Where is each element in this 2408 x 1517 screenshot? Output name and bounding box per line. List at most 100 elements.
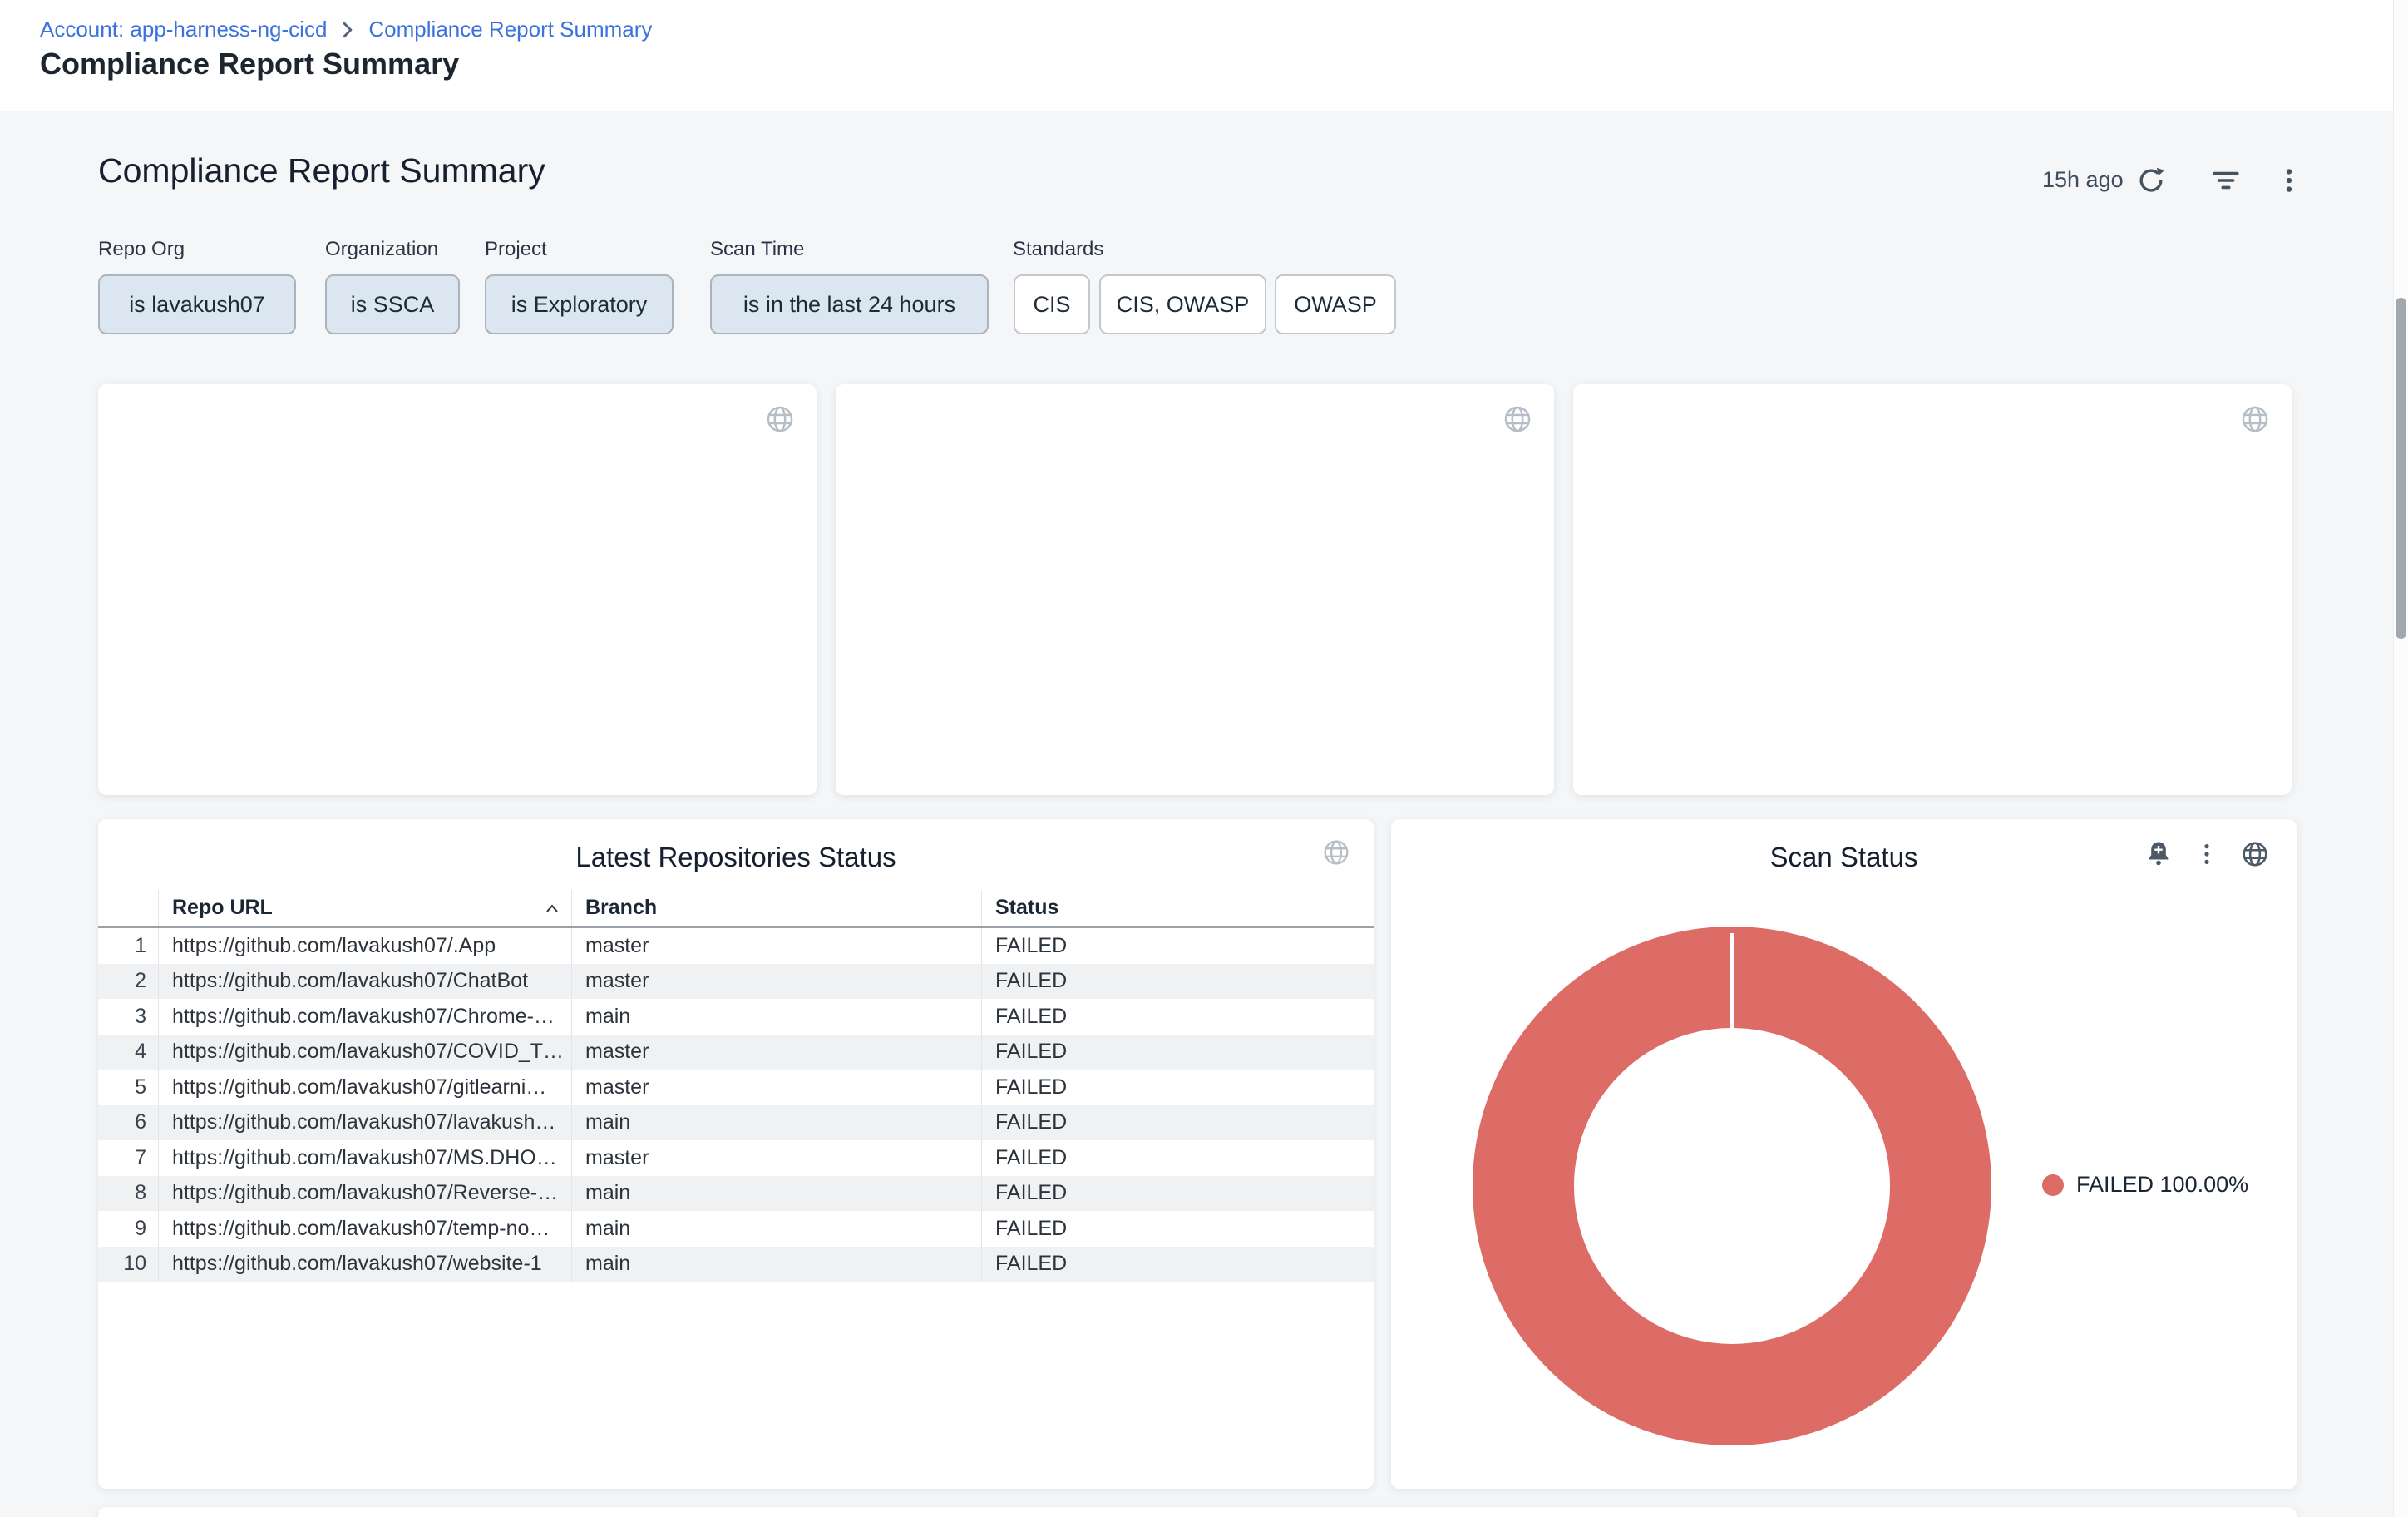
filter-label-standards: Standards <box>1013 238 1103 261</box>
cell-repo-url: https://github.com/lavakush07/temp-no… <box>158 1211 571 1247</box>
cell-repo-url: https://github.com/lavakush07/COVID_T… <box>158 1035 571 1070</box>
table-row: 4 https://github.com/lavakush07/COVID_T…… <box>98 1035 1374 1070</box>
filter-label-repo-org: Repo Org <box>98 238 185 261</box>
cell-branch: master <box>571 1070 981 1105</box>
cell-branch: main <box>571 1211 981 1247</box>
table-row: 1 https://github.com/lavakush07/.App mas… <box>98 928 1374 964</box>
cell-status: FAILED <box>981 1247 1374 1282</box>
standards-option-cis[interactable]: CIS <box>1014 274 1090 334</box>
repositories-table: Repo URL Branch Status 1 https://github.… <box>98 890 1374 1282</box>
cell-repo-url: https://github.com/lavakush07/lavakush… <box>158 1105 571 1141</box>
stat-card-repos-evaluated: 10 Repos Evaluated <box>98 384 817 795</box>
globe-icon[interactable] <box>763 403 797 436</box>
filter-chip-project[interactable]: is Exploratory <box>485 274 674 334</box>
filter-label-organization: Organization <box>325 238 438 261</box>
scan-status-donut-chart[interactable] <box>1473 927 1991 1445</box>
column-header-status[interactable]: Status <box>981 890 1374 926</box>
cell-status: FAILED <box>981 928 1374 964</box>
cell-row-number: 10 <box>98 1247 158 1282</box>
donut-segment-failed[interactable] <box>1523 977 1941 1395</box>
scan-panel-toolbar <box>2140 836 2273 872</box>
scrollbar-thumb[interactable] <box>2396 298 2406 639</box>
column-header-label: Repo URL <box>172 896 273 920</box>
cell-row-number: 6 <box>98 1105 158 1141</box>
table-header-row: Repo URL Branch Status <box>98 890 1374 928</box>
panel-title: Latest Repositories Status <box>98 842 1374 873</box>
filter-chip-scan-time[interactable]: is in the last 24 hours <box>710 274 989 334</box>
cell-status: FAILED <box>981 999 1374 1035</box>
table-row: 2 https://github.com/lavakush07/ChatBot … <box>98 964 1374 1000</box>
cell-branch: main <box>571 999 981 1035</box>
standards-option-owasp[interactable]: OWASP <box>1275 274 1396 334</box>
table-row: 3 https://github.com/lavakush07/Chrome-…… <box>98 999 1374 1035</box>
cell-branch: master <box>571 928 981 964</box>
scan-status-panel: Scan Status <box>1391 819 2297 1489</box>
sort-ascending-icon <box>545 902 560 914</box>
cell-repo-url: https://github.com/lavakush07/MS.DHO… <box>158 1140 571 1176</box>
cell-branch: master <box>571 964 981 1000</box>
legend-item-failed[interactable]: FAILED 100.00% <box>2042 1172 2248 1198</box>
cell-row-number: 5 <box>98 1070 158 1105</box>
globe-icon[interactable] <box>2237 836 2273 872</box>
cell-repo-url: https://github.com/lavakush07/Chrome-… <box>158 999 571 1035</box>
cell-status: FAILED <box>981 1070 1374 1105</box>
column-header-branch[interactable]: Branch <box>571 890 981 926</box>
globe-icon[interactable] <box>2238 403 2272 436</box>
cell-row-number: 7 <box>98 1140 158 1176</box>
column-header-repo-url[interactable]: Repo URL <box>158 890 571 926</box>
page-title: Compliance Report Summary <box>40 47 459 82</box>
table-body: 1 https://github.com/lavakush07/.App mas… <box>98 928 1374 1282</box>
cell-branch: master <box>571 1035 981 1070</box>
dashboard-title: Compliance Report Summary <box>98 151 545 190</box>
cell-row-number: 3 <box>98 999 158 1035</box>
globe-icon[interactable] <box>1501 403 1534 436</box>
refresh-icon[interactable] <box>2133 162 2169 199</box>
filter-chip-repo-org[interactable]: is lavakush07 <box>98 274 296 334</box>
donut-segment-divider <box>1730 933 1734 1035</box>
chevron-right-icon <box>340 22 355 38</box>
filter-label-project: Project <box>485 238 547 261</box>
cell-repo-url: https://github.com/lavakush07/gitlearni… <box>158 1070 571 1105</box>
kebab-menu-icon[interactable] <box>2188 836 2225 872</box>
table-row: 5 https://github.com/lavakush07/gitlearn… <box>98 1070 1374 1105</box>
cell-repo-url: https://github.com/lavakush07/Reverse-… <box>158 1176 571 1212</box>
cell-status: FAILED <box>981 1140 1374 1176</box>
cell-repo-url: https://github.com/lavakush07/website-1 <box>158 1247 571 1282</box>
breadcrumb: Account: app-harness-ng-cicd Compliance … <box>40 17 652 42</box>
cell-row-number: 2 <box>98 964 158 1000</box>
table-row: 6 https://github.com/lavakush07/lavakush… <box>98 1105 1374 1141</box>
cell-status: FAILED <box>981 1211 1374 1247</box>
alert-bell-icon[interactable] <box>2140 836 2177 872</box>
screen: Account: app-harness-ng-cicd Compliance … <box>0 0 2408 1517</box>
header-row-number <box>98 890 158 926</box>
filter-label-scan-time: Scan Time <box>710 238 804 261</box>
cell-status: FAILED <box>981 1035 1374 1070</box>
breadcrumb-account-link[interactable]: Account: app-harness-ng-cicd <box>40 17 327 42</box>
legend-color-dot <box>2042 1174 2064 1196</box>
stat-card-repos-passed: 0 Repos Passed <box>836 384 1554 795</box>
page-header: Account: app-harness-ng-cicd Compliance … <box>0 0 2408 111</box>
cell-status: FAILED <box>981 1176 1374 1212</box>
filter-icon[interactable] <box>2208 162 2244 199</box>
cell-repo-url: https://github.com/lavakush07/.App <box>158 928 571 964</box>
standards-option-cis-owasp[interactable]: CIS, OWASP <box>1099 274 1266 334</box>
cell-branch: main <box>571 1247 981 1282</box>
table-row: 8 https://github.com/lavakush07/Reverse-… <box>98 1176 1374 1212</box>
breadcrumb-page-link[interactable]: Compliance Report Summary <box>368 17 652 42</box>
last-refresh-time: 15h ago <box>2042 167 2124 193</box>
cell-branch: main <box>571 1176 981 1212</box>
cell-repo-url: https://github.com/lavakush07/ChatBot <box>158 964 571 1000</box>
cell-row-number: 4 <box>98 1035 158 1070</box>
filter-chip-organization[interactable]: is SSCA <box>325 274 460 334</box>
vertical-scrollbar[interactable] <box>2393 0 2408 1517</box>
cell-branch: main <box>571 1105 981 1141</box>
cell-branch: master <box>571 1140 981 1176</box>
stat-card-repos-failed: 10 Repos Failed <box>1573 384 2292 795</box>
cell-row-number: 8 <box>98 1176 158 1212</box>
cell-status: FAILED <box>981 1105 1374 1141</box>
cell-status: FAILED <box>981 964 1374 1000</box>
globe-icon[interactable] <box>1320 836 1353 869</box>
table-row: 9 https://github.com/lavakush07/temp-no…… <box>98 1211 1374 1247</box>
kebab-menu-icon[interactable] <box>2271 162 2307 199</box>
cell-row-number: 9 <box>98 1211 158 1247</box>
